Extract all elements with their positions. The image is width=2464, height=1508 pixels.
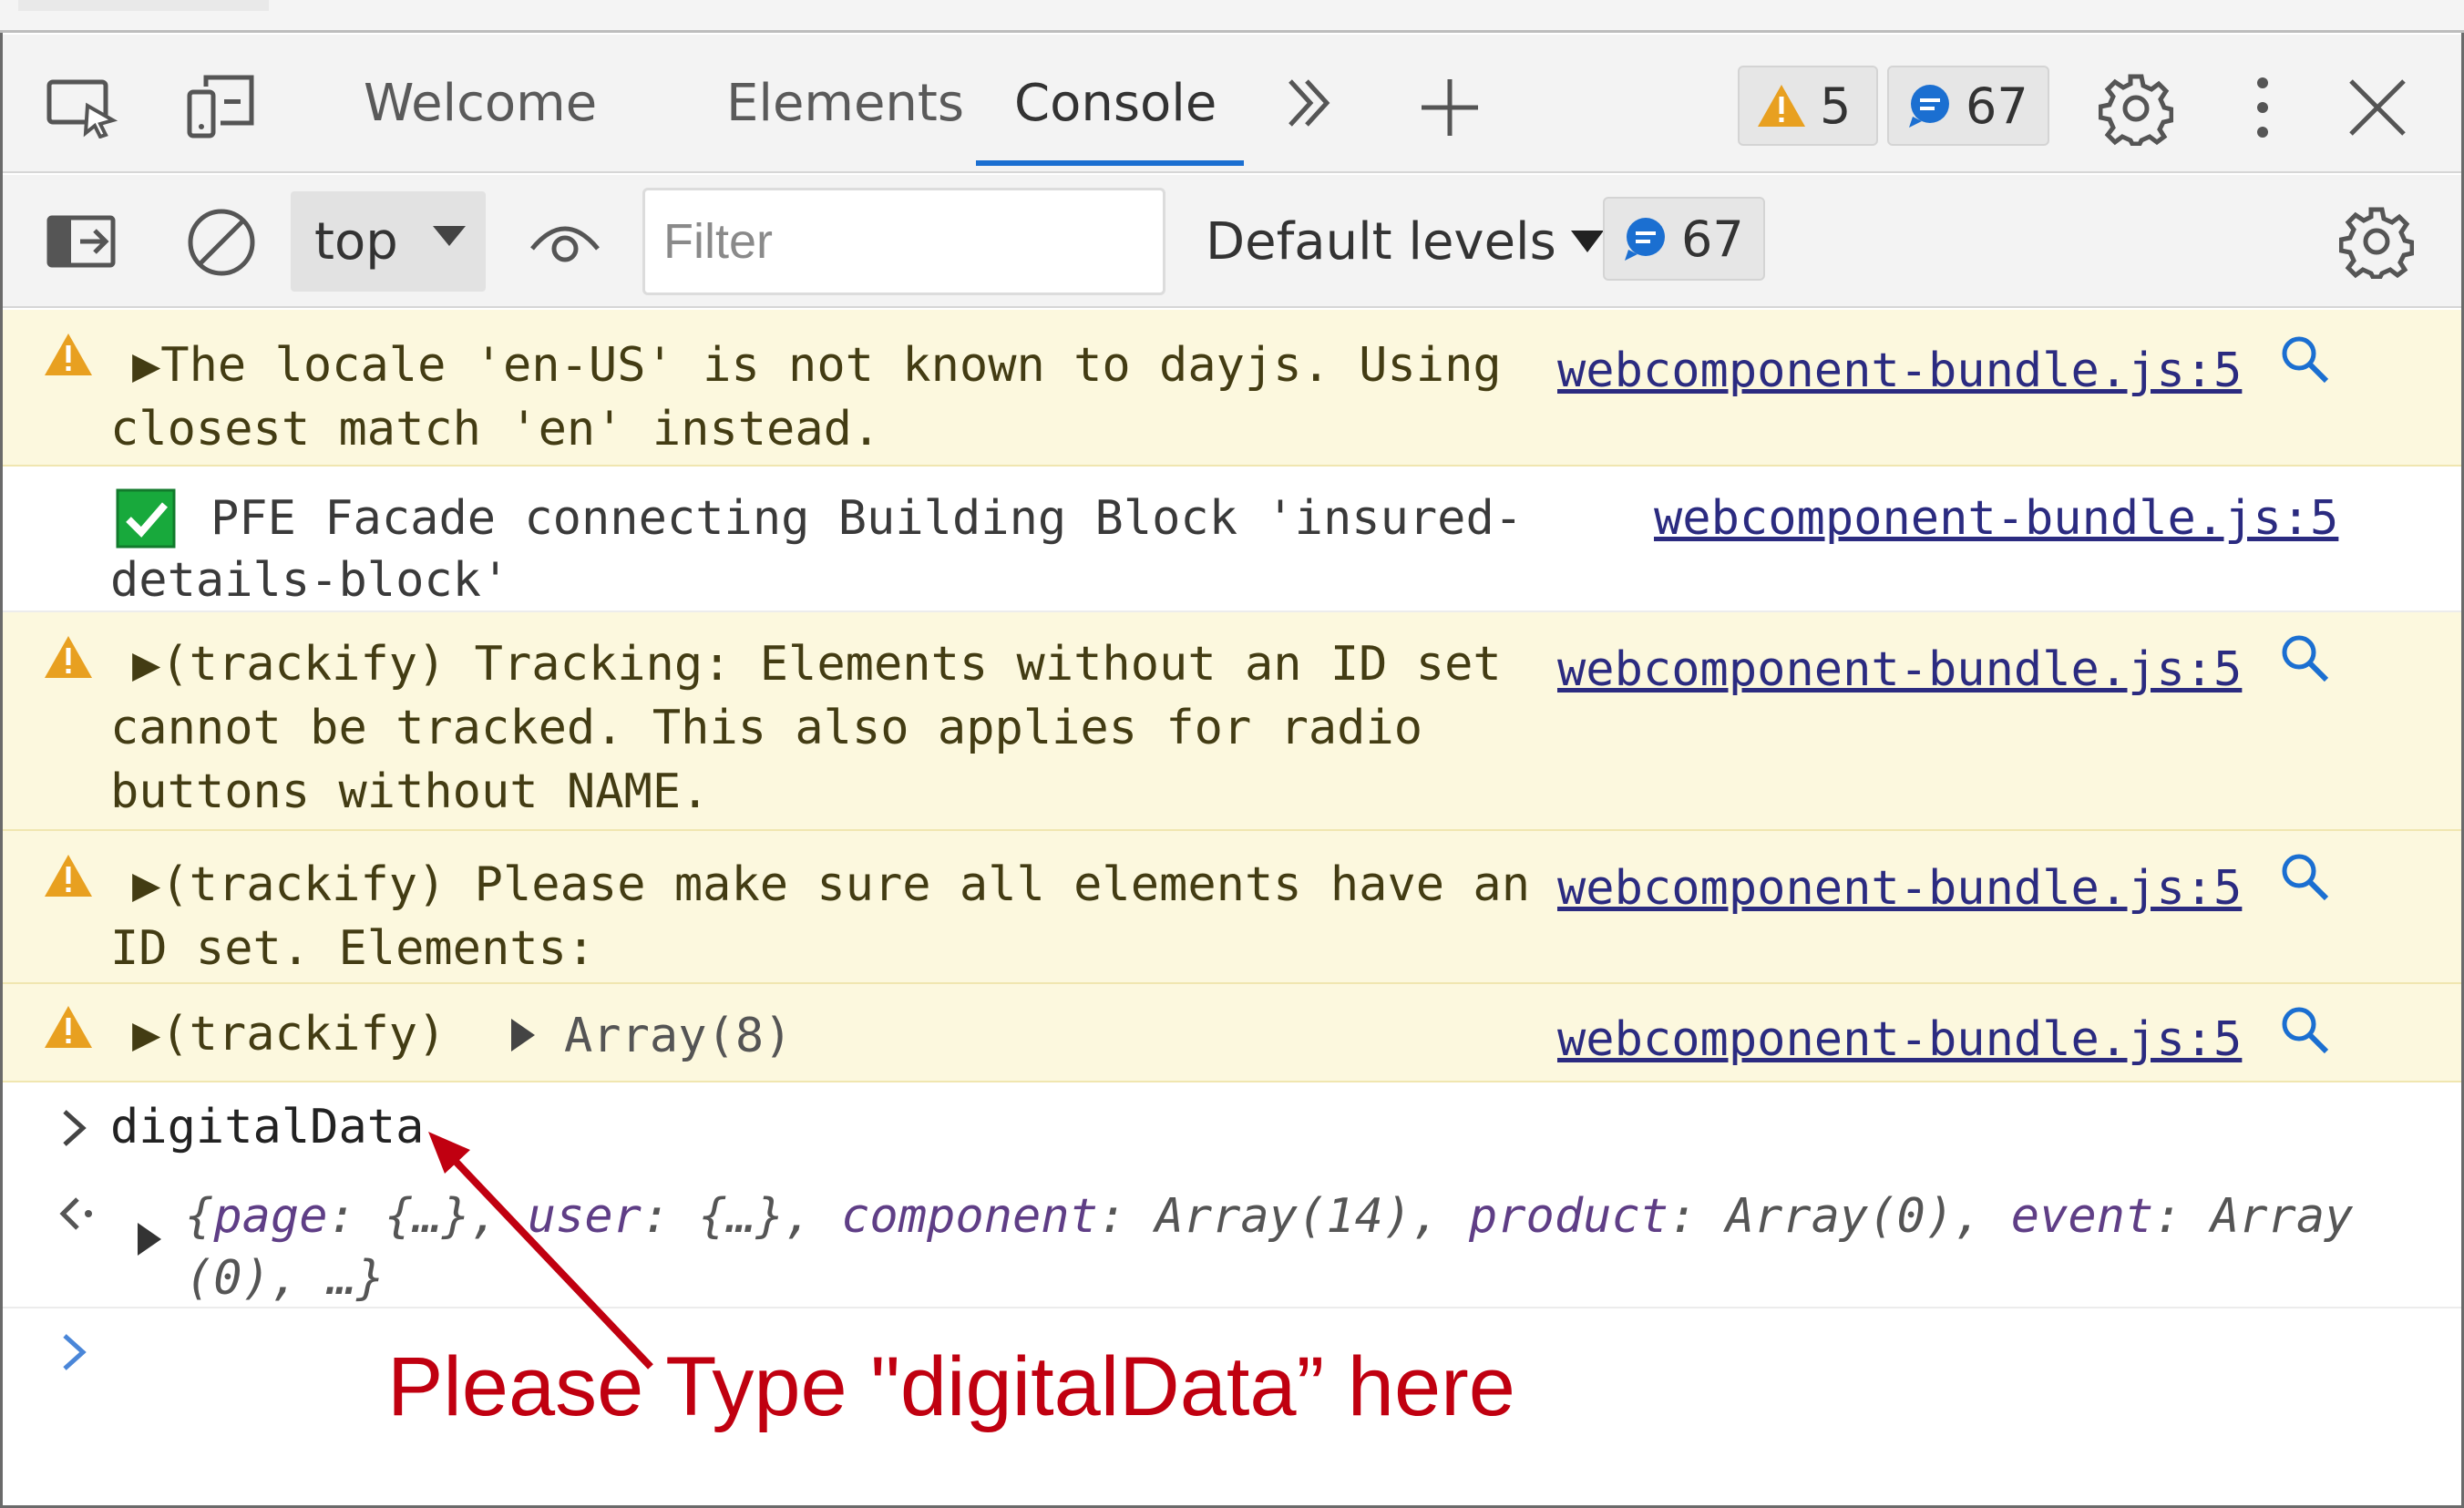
message-bubble-icon bbox=[1625, 218, 1665, 261]
live-expression-eye-icon[interactable] bbox=[526, 208, 604, 275]
magnifier-search-icon[interactable] bbox=[2279, 851, 2330, 902]
warning-triangle-icon bbox=[45, 333, 92, 375]
check-mark-icon bbox=[116, 488, 176, 549]
source-link[interactable]: webcomponent-bundle.js:5 bbox=[1557, 339, 2242, 403]
message-text-line[interactable]: ▶(trackify) Tracking: Elements without a… bbox=[132, 632, 1502, 696]
settings-gear-icon[interactable] bbox=[2095, 67, 2177, 149]
entered-command: digitalData bbox=[110, 1100, 425, 1154]
tab-console[interactable]: Console bbox=[1014, 35, 1217, 171]
message-text-line[interactable]: ▶The locale 'en-US' is not known to dayj… bbox=[132, 333, 1502, 397]
chevron-down-icon bbox=[433, 226, 466, 246]
browser-tab-stub[interactable] bbox=[18, 0, 269, 11]
chevron-down-icon bbox=[1570, 231, 1604, 252]
prompt-chevron-icon bbox=[63, 1334, 87, 1370]
log-levels-dropdown[interactable]: Default levels bbox=[1206, 175, 1604, 308]
annotation-instruction: Please Type "digitalData” here bbox=[387, 1340, 1515, 1433]
console-messages-count-badge[interactable]: 67 bbox=[1603, 197, 1765, 281]
device-emulation-icon[interactable] bbox=[183, 71, 262, 142]
expand-triangle-icon[interactable] bbox=[511, 1019, 535, 1051]
message-text-line: cannot be tracked. This also applies for… bbox=[110, 701, 1423, 755]
context-selector-value: top bbox=[314, 211, 398, 272]
console-settings-gear-icon[interactable] bbox=[2336, 200, 2418, 282]
message-text-line: closest match 'en' instead. bbox=[110, 402, 881, 457]
filter-input[interactable] bbox=[642, 188, 1165, 295]
console-message-warning: ▶(trackify) Tracking: Elements without a… bbox=[3, 612, 2461, 831]
messages-count: 67 bbox=[1966, 77, 2028, 135]
console-input-history: digitalData bbox=[3, 1082, 2461, 1166]
console-message-warning: ▶(trackify) Array(8) webcomponent-bundle… bbox=[3, 984, 2461, 1082]
console-messages-count: 67 bbox=[1681, 210, 1744, 268]
more-tabs-chevron-icon[interactable] bbox=[1277, 71, 1340, 135]
console-message-warning: ▶The locale 'en-US' is not known to dayj… bbox=[3, 310, 2461, 467]
browser-top-strip bbox=[0, 0, 2464, 33]
warning-triangle-icon bbox=[45, 855, 92, 897]
message-text-line: PFE Facade connecting Building Block 'in… bbox=[210, 491, 1524, 546]
add-tab-plus-icon[interactable] bbox=[1413, 71, 1486, 144]
more-options-kebab-icon[interactable] bbox=[2244, 73, 2281, 142]
message-text-line: ID set. Elements: bbox=[110, 921, 596, 976]
source-link[interactable]: webcomponent-bundle.js:5 bbox=[1557, 638, 2242, 702]
message-text-line[interactable]: ▶(trackify) bbox=[132, 1002, 446, 1066]
source-link[interactable]: webcomponent-bundle.js:5 bbox=[1557, 1008, 2242, 1072]
source-link[interactable]: webcomponent-bundle.js:5 bbox=[1654, 487, 2338, 550]
object-preview-line: (0), …} bbox=[185, 1251, 385, 1306]
context-selector[interactable]: top bbox=[291, 191, 486, 292]
close-devtools-icon[interactable] bbox=[2341, 71, 2414, 144]
warning-triangle-icon bbox=[1758, 85, 1805, 127]
message-bubble-icon bbox=[1909, 85, 1949, 128]
console-message-log: PFE Facade connecting Building Block 'in… bbox=[3, 467, 2461, 612]
message-text-line: details-block' bbox=[110, 553, 510, 608]
log-levels-label: Default levels bbox=[1206, 211, 1556, 272]
chevron-right-icon bbox=[63, 1110, 87, 1146]
warnings-count: 5 bbox=[1820, 77, 1852, 135]
array-preview[interactable]: Array(8) bbox=[564, 1004, 792, 1068]
warnings-count-badge[interactable]: 5 bbox=[1738, 66, 1878, 146]
magnifier-search-icon[interactable] bbox=[2279, 333, 2330, 385]
warning-triangle-icon bbox=[45, 1006, 92, 1048]
active-tab-indicator bbox=[976, 160, 1244, 166]
message-text-line: buttons without NAME. bbox=[110, 764, 710, 819]
return-arrow-icon bbox=[59, 1197, 92, 1230]
magnifier-search-icon[interactable] bbox=[2279, 1004, 2330, 1055]
devtools-main-toolbar: Welcome Elements Console 5 67 bbox=[3, 35, 2461, 173]
expand-triangle-icon[interactable] bbox=[138, 1223, 161, 1256]
object-preview-line[interactable]: {page: {…}, user: {…}, component: Array(… bbox=[185, 1185, 2353, 1248]
inspect-element-icon[interactable] bbox=[43, 73, 121, 140]
source-link[interactable]: webcomponent-bundle.js:5 bbox=[1557, 857, 2242, 920]
message-text-line[interactable]: ▶(trackify) Please make sure all element… bbox=[132, 853, 1530, 917]
messages-count-badge[interactable]: 67 bbox=[1887, 66, 2049, 146]
warning-triangle-icon bbox=[45, 636, 92, 678]
console-message-warning: ▶(trackify) Please make sure all element… bbox=[3, 831, 2461, 984]
clear-console-icon[interactable] bbox=[181, 202, 262, 282]
console-toolbar: top Default levels 67 bbox=[3, 175, 2461, 308]
console-result: {page: {…}, user: {…}, component: Array(… bbox=[3, 1166, 2461, 1308]
magnifier-search-icon[interactable] bbox=[2279, 632, 2330, 683]
toggle-sidebar-icon[interactable] bbox=[43, 208, 121, 275]
tab-welcome[interactable]: Welcome bbox=[364, 35, 597, 171]
tab-elements[interactable]: Elements bbox=[726, 35, 964, 171]
